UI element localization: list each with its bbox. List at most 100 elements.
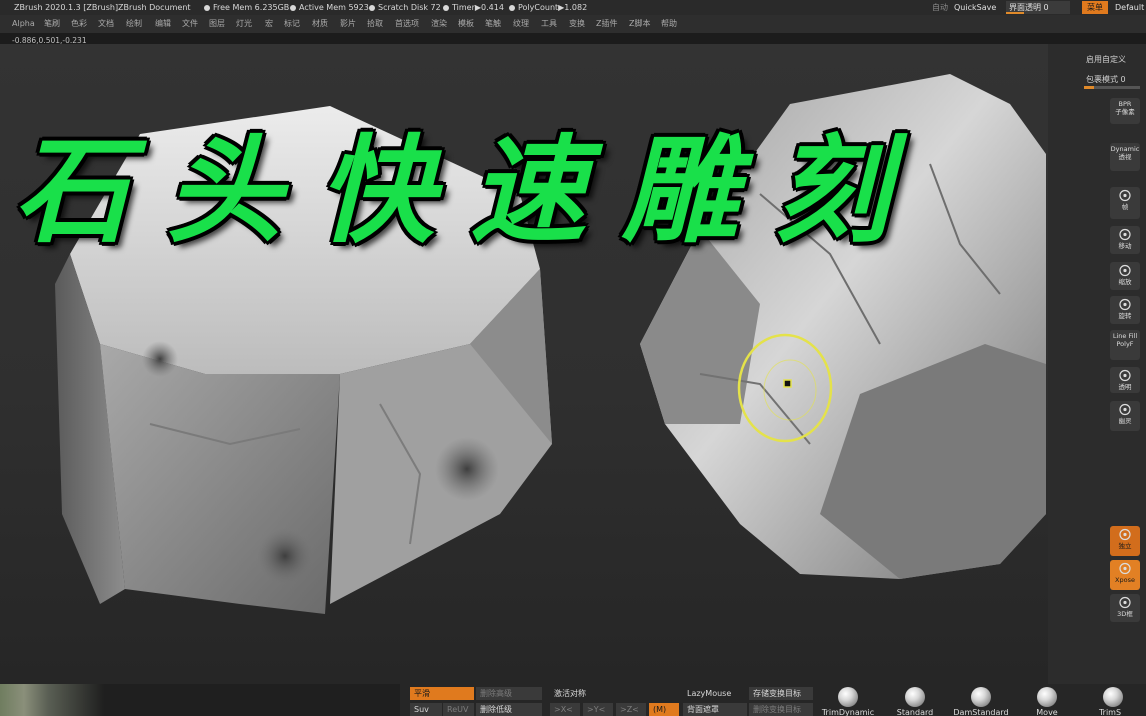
menu-item[interactable]: 工具 bbox=[541, 15, 557, 33]
menu-item[interactable]: 图层 bbox=[209, 15, 225, 33]
shelf-button-label: 移动 bbox=[1118, 242, 1132, 250]
brush-trimdynamic[interactable]: TrimDynamic bbox=[818, 684, 878, 716]
menu-item[interactable]: 文件 bbox=[182, 15, 198, 33]
symmetry-z-button[interactable]: >Z< bbox=[616, 703, 646, 716]
transp-icon bbox=[1117, 369, 1133, 382]
ghost-button[interactable]: 幽灵 bbox=[1110, 401, 1140, 431]
solo-button[interactable]: 独立 bbox=[1110, 526, 1140, 556]
bpr-button[interactable]: BPR 子像素 bbox=[1110, 98, 1140, 124]
brush-label: DamStandard bbox=[953, 708, 1009, 716]
default-button[interactable]: Default bbox=[1111, 1, 1146, 14]
dot-icon bbox=[509, 4, 515, 11]
dynamic-button[interactable]: Dynamic 透视 bbox=[1110, 143, 1140, 171]
activate-symmetry-button[interactable]: 激活对称 bbox=[550, 687, 680, 700]
symmetry-x-button[interactable]: >X< bbox=[550, 703, 580, 716]
delete-lower-button[interactable]: 删除低级 bbox=[476, 703, 542, 716]
lazymouse-button[interactable]: LazyMouse bbox=[683, 687, 747, 700]
shelf-button-label: 透明 bbox=[1118, 383, 1132, 391]
shelf-button-top-label: Dynamic bbox=[1110, 145, 1140, 153]
scale-icon bbox=[1117, 264, 1133, 277]
menu-item[interactable]: Z插件 bbox=[596, 15, 617, 33]
menu-item[interactable]: 宏 bbox=[265, 15, 273, 33]
menu-item[interactable]: 标记 bbox=[284, 15, 300, 33]
wrap-mode-slider[interactable] bbox=[1084, 86, 1140, 89]
canvas-viewport[interactable]: 石头快速雕刻 bbox=[0, 44, 1048, 684]
ghost-icon bbox=[1117, 403, 1133, 416]
shelf-button-label: 旋转 bbox=[1118, 312, 1132, 320]
frame-icon bbox=[1117, 189, 1133, 202]
delete-higher-button[interactable]: 删除高级 bbox=[476, 687, 542, 700]
menu-item[interactable]: 模板 bbox=[458, 15, 474, 33]
app-title: ZBrush 2020.1.3 [ZBrush] bbox=[14, 3, 119, 12]
menu-item[interactable]: 绘制 bbox=[126, 15, 142, 33]
title-bar: ZBrush 2020.1.3 [ZBrush] ZBrush Document… bbox=[0, 0, 1146, 15]
delete-morph-button[interactable]: 删除变换目标 bbox=[749, 703, 813, 716]
polycount: PolyCount▶1.082 bbox=[509, 0, 587, 15]
brush-preview-icon bbox=[1103, 687, 1123, 707]
brush-preview-icon bbox=[971, 687, 991, 707]
shelf-button-label: 独立 bbox=[1118, 542, 1132, 550]
thumbnail-strip bbox=[0, 684, 400, 716]
document-title: ZBrush Document bbox=[118, 3, 191, 12]
rotate-button[interactable]: 旋转 bbox=[1110, 296, 1140, 324]
menu-item[interactable]: 帮助 bbox=[661, 15, 677, 33]
move-icon bbox=[1117, 228, 1133, 241]
brush-damstandard[interactable]: DamStandard bbox=[951, 684, 1011, 716]
dot-icon bbox=[443, 4, 449, 11]
scale-button[interactable]: 缩放 bbox=[1110, 262, 1140, 290]
shelf-button-label: Xpose bbox=[1115, 576, 1135, 584]
menu-bar: Alpha 笔刷 色彩 文档 绘制 编辑 文件 图层 灯光宏标记 材质 影片 拾取 首选项 渲染 模板 笔触纹… bbox=[0, 15, 1146, 33]
frame3d-button[interactable]: 3D框 bbox=[1110, 594, 1140, 622]
move-button[interactable]: 移动 bbox=[1110, 226, 1140, 254]
brush-trims[interactable]: TrimS bbox=[1080, 684, 1146, 716]
reuv-button[interactable]: ReUV bbox=[443, 703, 474, 716]
transparency-slider[interactable]: 界面透明 0 bbox=[1006, 1, 1070, 14]
suv-button[interactable]: Suv bbox=[410, 703, 442, 716]
brush-standard[interactable]: Standard bbox=[885, 684, 945, 716]
wrap-mode-label[interactable]: 包裹模式 0 bbox=[1086, 74, 1126, 85]
headline-text: 石头快速雕刻 bbox=[14, 123, 926, 259]
brush-preview-icon bbox=[905, 687, 925, 707]
xpose-button[interactable]: Xpose bbox=[1110, 560, 1140, 590]
menu-item[interactable]: 首选项 bbox=[395, 15, 419, 33]
menu-item[interactable]: Z脚本 bbox=[629, 15, 650, 33]
frame-button[interactable]: 帧 bbox=[1110, 187, 1140, 219]
menu-item[interactable]: 文档 bbox=[98, 15, 114, 33]
custom-ui-label[interactable]: 启用自定义 bbox=[1086, 54, 1126, 65]
menu-item[interactable]: 编辑 bbox=[155, 15, 171, 33]
active-mem: Active Mem 5923 bbox=[290, 0, 369, 15]
shelf-button-label: 3D框 bbox=[1117, 610, 1133, 618]
shelf-button-label: 子像素 bbox=[1115, 108, 1135, 116]
frame3d-icon bbox=[1117, 596, 1133, 609]
smooth-button[interactable]: 平滑 bbox=[410, 687, 474, 700]
menu-item[interactable]: 渲染 bbox=[431, 15, 447, 33]
store-morph-button[interactable]: 存储变换目标 bbox=[749, 687, 813, 700]
menu-item[interactable]: 拾取 bbox=[367, 15, 383, 33]
menu-item[interactable]: Alpha bbox=[12, 15, 35, 33]
brush-label: Standard bbox=[896, 708, 934, 716]
menu-item[interactable]: 笔刷 bbox=[44, 15, 60, 33]
symmetry-y-button[interactable]: >Y< bbox=[583, 703, 613, 716]
rotate-icon bbox=[1117, 298, 1133, 311]
shelf-button-label: 幽灵 bbox=[1118, 417, 1132, 425]
menu-item[interactable]: 影片 bbox=[340, 15, 356, 33]
quicksave-button[interactable]: QuickSave bbox=[950, 1, 1000, 14]
menu-button[interactable]: 菜单 bbox=[1082, 1, 1108, 14]
menu-item[interactable]: 灯光 bbox=[236, 15, 252, 33]
menu-item[interactable]: 笔触 bbox=[485, 15, 501, 33]
backface-mask-button[interactable]: 背面遮罩 bbox=[683, 703, 747, 716]
linefill-button[interactable]: Line Fill PolyF bbox=[1110, 330, 1140, 360]
dot-icon bbox=[204, 4, 210, 11]
shelf-button-top-label: Line Fill bbox=[1112, 332, 1138, 340]
transp-button[interactable]: 透明 bbox=[1110, 367, 1140, 393]
dot-icon bbox=[369, 4, 375, 11]
menu-item[interactable]: 色彩 bbox=[71, 15, 87, 33]
brush-move[interactable]: Move bbox=[1017, 684, 1077, 716]
symmetry-m-button[interactable]: (M) bbox=[649, 703, 679, 716]
menu-item[interactable]: 变换 bbox=[569, 15, 585, 33]
solo-icon bbox=[1117, 528, 1133, 541]
menu-item[interactable]: 材质 bbox=[312, 15, 328, 33]
menu-item[interactable]: 纹理 bbox=[513, 15, 529, 33]
brush-preview-icon bbox=[838, 687, 858, 707]
dot-icon bbox=[290, 4, 296, 11]
